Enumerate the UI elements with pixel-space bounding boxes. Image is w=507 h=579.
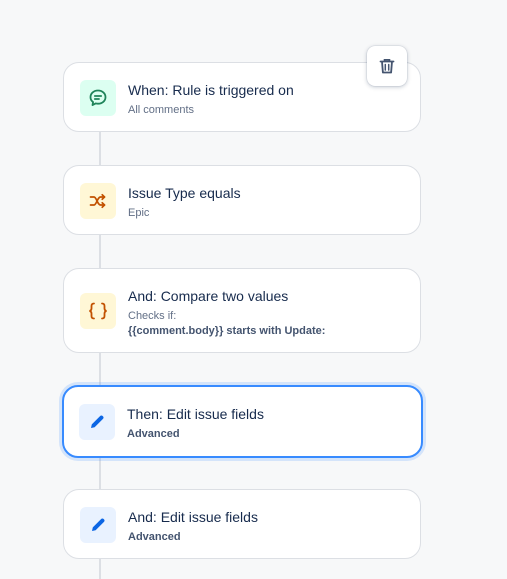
trigger-icon-box — [80, 80, 116, 116]
step-subtitle: All comments — [128, 104, 195, 116]
step-title: Issue Type equals — [128, 185, 241, 201]
flow-connector — [99, 132, 101, 166]
trash-icon — [379, 59, 395, 74]
pencil-icon — [91, 415, 104, 428]
comment-icon — [89, 89, 107, 106]
pencil-icon — [92, 518, 105, 531]
step-title: When: Rule is triggered on — [128, 82, 294, 98]
edit-issue-fields-card[interactable]: Then: Edit issue fields Advanced — [62, 385, 423, 458]
compare-values-card[interactable]: And: Compare two values Checks if: {{com… — [63, 268, 421, 353]
step-subtitle: Checks if: — [128, 310, 177, 322]
step-subtitle: Epic — [128, 207, 150, 219]
step-title: And: Compare two values — [128, 288, 289, 304]
action-icon-box — [80, 507, 116, 543]
step-title: Then: Edit issue fields — [127, 406, 264, 422]
braces-icon — [89, 302, 107, 320]
flow-connector — [99, 558, 101, 579]
action-icon-box — [79, 404, 115, 440]
compare-icon-box — [80, 293, 116, 329]
step-title: And: Edit issue fields — [128, 509, 258, 525]
step-subtitle: Advanced — [127, 428, 180, 440]
condition-icon-box — [80, 183, 116, 219]
shuffle-icon — [89, 193, 106, 209]
flow-connector — [99, 235, 101, 269]
step-subtitle: Advanced — [128, 531, 181, 543]
edit-issue-fields-card-2[interactable]: And: Edit issue fields Advanced — [63, 489, 421, 559]
flow-connector — [99, 458, 101, 490]
flow-connector — [99, 353, 101, 385]
step-condition-detail: {{comment.body}} starts with Update: — [128, 325, 326, 337]
delete-step-button[interactable] — [367, 46, 407, 86]
issue-type-condition-card[interactable]: Issue Type equals Epic — [63, 165, 421, 235]
